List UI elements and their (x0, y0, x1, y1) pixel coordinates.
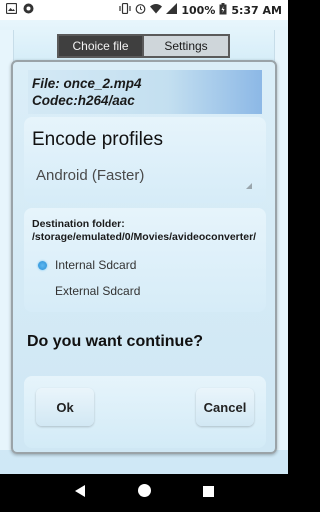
dropdown-arrow-icon[interactable] (246, 183, 252, 189)
back-icon[interactable] (74, 484, 86, 502)
radio-selected-icon[interactable] (38, 260, 47, 270)
cancel-button[interactable]: Cancel (196, 388, 254, 426)
signal-icon (166, 3, 178, 17)
encode-profile-dropdown[interactable]: Android (Faster) (36, 167, 144, 184)
convert-dialog: File: once_2.mp4 Codec:h264/aac Encode p… (11, 60, 277, 454)
status-bar: 100% 5:37 AM (0, 0, 288, 20)
ok-button[interactable]: Ok (36, 388, 94, 426)
tab-bar: Choice file Settings (57, 34, 230, 58)
encode-profiles-section: Encode profiles Android (Faster) (24, 117, 266, 203)
gallery-notification-icon (5, 1, 18, 19)
dialog-button-bar: Ok Cancel (24, 376, 266, 448)
radio-internal-sdcard[interactable]: Internal Sdcard (38, 258, 136, 272)
wifi-icon (150, 3, 163, 17)
radio-unselected-icon[interactable] (38, 287, 47, 296)
file-name-text: File: once_2.mp4 (32, 76, 142, 91)
radio-external-sdcard[interactable]: External Sdcard (38, 284, 140, 298)
radio-internal-label: Internal Sdcard (55, 258, 137, 272)
tab-choice-file[interactable]: Choice file (57, 34, 144, 58)
battery-charging-icon (219, 2, 227, 18)
encode-profiles-title: Encode profiles (32, 129, 163, 150)
destination-section: Destination folder: /storage/emulated/0/… (24, 208, 266, 312)
destination-folder-text: Destination folder: /storage/emulated/0/… (32, 218, 257, 243)
recents-icon[interactable] (203, 484, 214, 502)
confirm-question: Do you want continue? (27, 333, 203, 350)
home-icon[interactable] (138, 484, 151, 502)
vibrate-icon (119, 2, 131, 17)
record-notification-icon (23, 1, 34, 19)
file-info-panel: File: once_2.mp4 Codec:h264/aac (28, 70, 262, 114)
radio-external-label: External Sdcard (55, 284, 141, 298)
codec-text: Codec:h264/aac (32, 93, 135, 108)
tab-settings[interactable]: Settings (144, 34, 230, 58)
battery-percent: 100% (181, 3, 216, 17)
alarm-icon (135, 3, 146, 17)
clock-time: 5:37 AM (231, 3, 282, 17)
app-screen: Choice file Settings File: once_2.mp4 Co… (0, 20, 288, 474)
navigation-bar (0, 474, 288, 512)
